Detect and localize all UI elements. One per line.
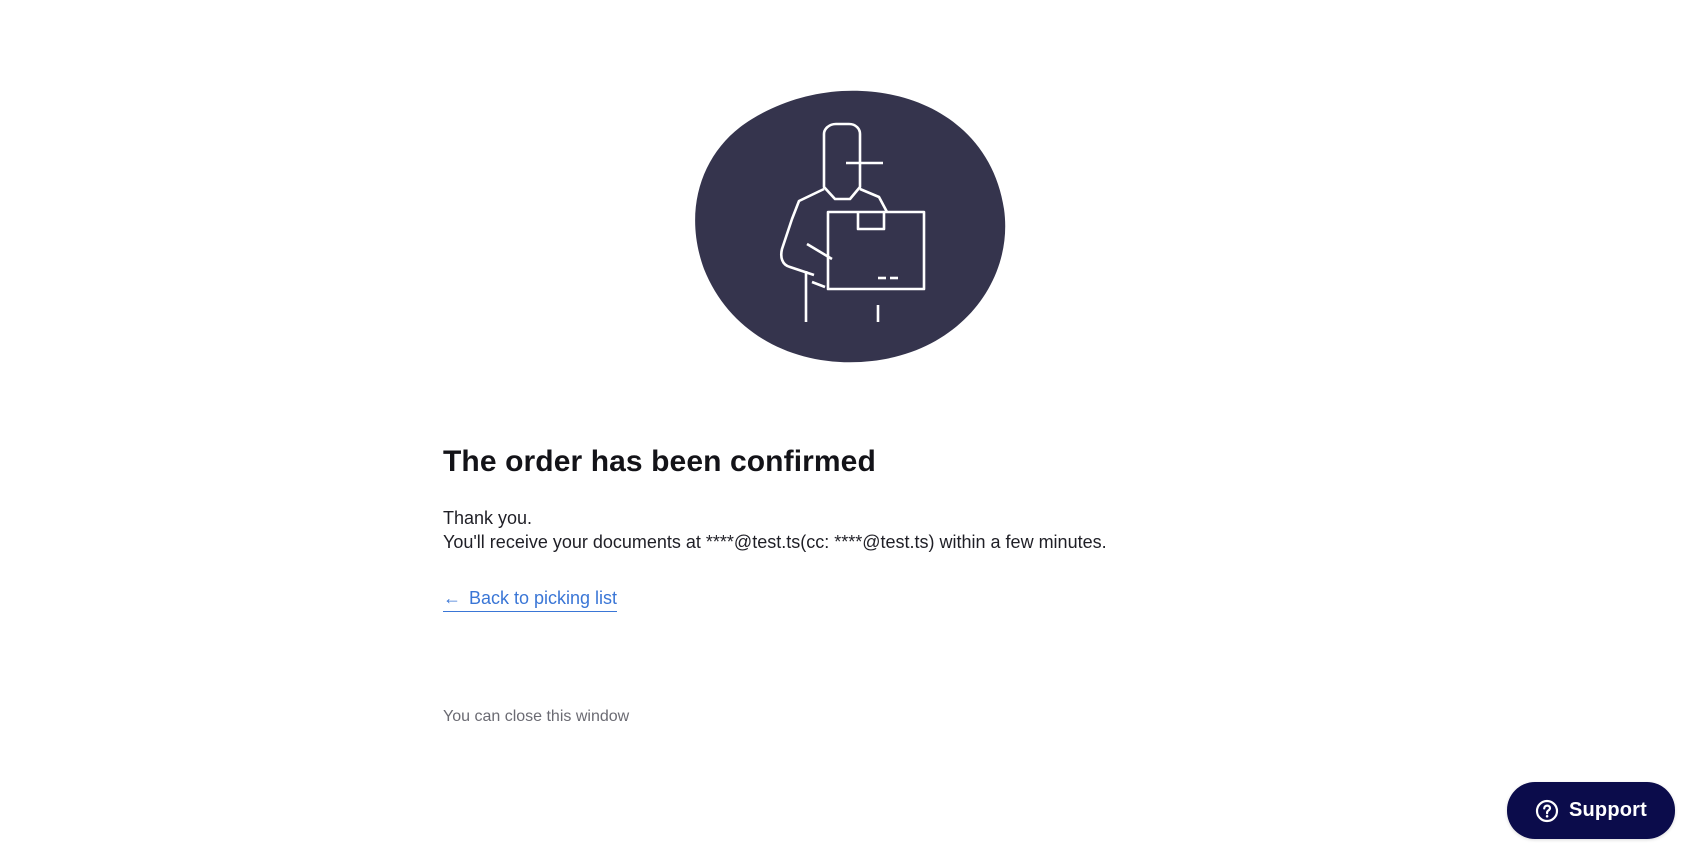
support-button[interactable]: Support (1507, 782, 1675, 839)
back-to-picking-list-link[interactable]: ← Back to picking list (443, 586, 618, 612)
back-link-label: Back to picking list (469, 588, 618, 608)
confirmation-message: Thank you. You'll receive your documents… (443, 506, 1303, 554)
delivery-illustration (692, 89, 1008, 365)
illustration-blob (695, 90, 1006, 363)
arrow-left-icon: ← (443, 588, 461, 608)
question-circle-icon (1535, 799, 1559, 822)
confirmation-page: The order has been confirmed Thank you. … (0, 0, 1690, 853)
documents-notice: You'll receive your documents at ****@te… (443, 532, 1107, 552)
thanks-text: Thank you. (443, 508, 533, 528)
close-window-note: You can close this window (443, 708, 630, 725)
confirmation-content: The order has been confirmed Thank you. … (443, 442, 1303, 728)
delivery-person-with-box-icon (695, 90, 1006, 363)
page-title: The order has been confirmed (443, 445, 876, 478)
support-label: Support (1568, 799, 1648, 821)
